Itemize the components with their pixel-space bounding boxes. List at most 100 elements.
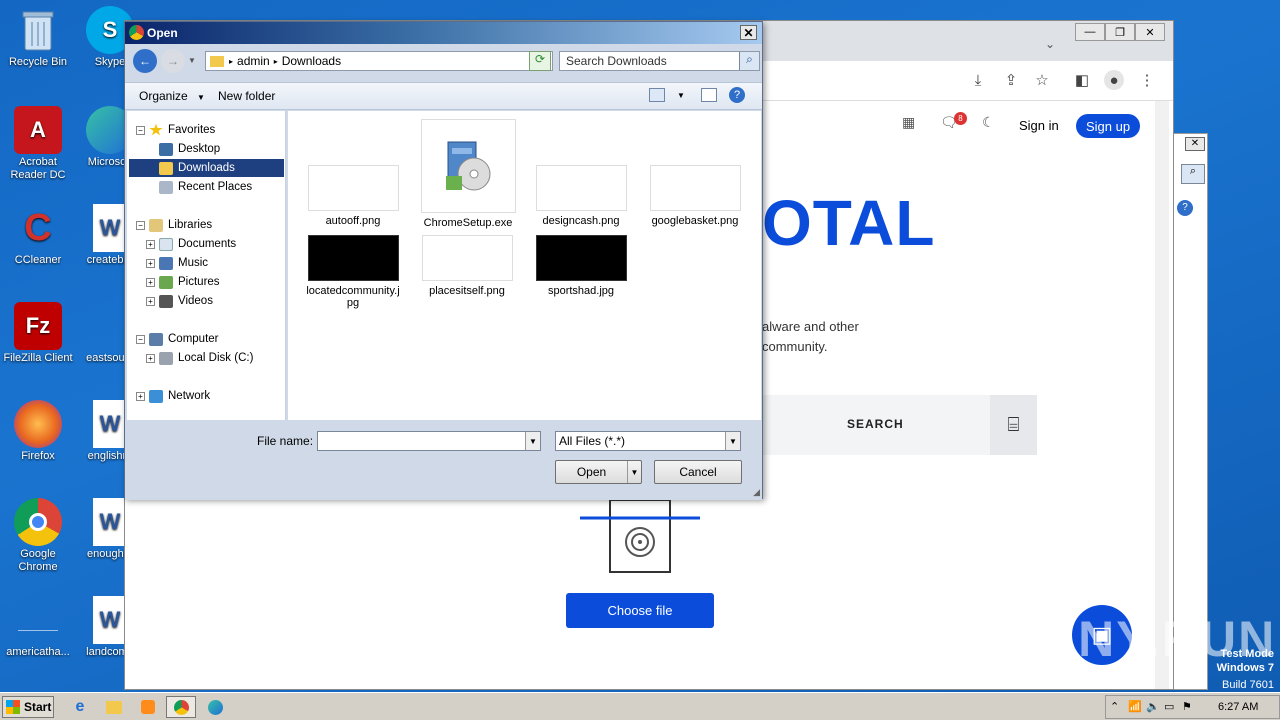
blank-file-icon <box>14 596 62 644</box>
tree-libraries[interactable]: Libraries <box>149 216 212 234</box>
pictures-expander[interactable]: + <box>146 278 155 287</box>
documents-icon <box>159 237 173 251</box>
breadcrumb-admin[interactable]: admin <box>237 54 270 68</box>
dialog-close-button[interactable]: ✕ <box>740 25 757 40</box>
choose-file-button[interactable]: Choose file <box>566 593 714 628</box>
network-expander[interactable]: + <box>136 392 145 401</box>
tree-videos[interactable]: Videos <box>159 292 213 310</box>
minimize-button[interactable]: — <box>1075 23 1105 41</box>
chrome-menu-icon[interactable]: ⋮ <box>1137 70 1157 90</box>
computer-expander[interactable]: − <box>136 335 145 344</box>
file-name-dropdown-icon[interactable]: ▼ <box>525 432 540 450</box>
file-item[interactable]: ChromeSetup.exe <box>413 119 523 229</box>
side-panel-icon[interactable]: ◧ <box>1072 70 1092 90</box>
taskbar-explorer-icon[interactable] <box>100 696 128 718</box>
open-split-dropdown-icon[interactable]: ▼ <box>627 461 641 483</box>
apps-grid-icon[interactable]: ▦ <box>902 114 915 140</box>
taskbar-ie-icon[interactable]: e <box>66 696 94 718</box>
search-tab[interactable]: SEARCH <box>847 417 904 431</box>
tree-downloads[interactable]: Downloads <box>129 159 284 177</box>
local-disk-expander[interactable]: + <box>146 354 155 363</box>
search-panel[interactable]: SEARCH ⌸ <box>762 395 1037 455</box>
image-thumbnail <box>307 235 399 281</box>
history-dropdown-icon[interactable]: ▼ <box>188 56 196 65</box>
tree-music[interactable]: Music <box>159 254 208 272</box>
notifications-icon[interactable]: 🗨 8 <box>940 112 967 140</box>
tree-computer[interactable]: Computer <box>149 330 219 348</box>
open-button[interactable]: Open ▼ <box>555 460 642 484</box>
acrobat-icon: A <box>14 106 62 154</box>
tree-local-disk[interactable]: Local Disk (C:) <box>159 349 253 367</box>
tree-network[interactable]: Network <box>149 387 210 405</box>
tray-expand-icon[interactable]: ⌃ <box>1110 700 1119 713</box>
test-mode-line1: Test Mode <box>1220 648 1274 660</box>
download-icon[interactable]: ⤓ <box>968 70 988 90</box>
view-dropdown-icon[interactable]: ▼ <box>677 91 685 100</box>
music-expander[interactable]: + <box>146 259 155 268</box>
close-button[interactable]: ✕ <box>1135 23 1165 41</box>
taskbar-edge-icon[interactable] <box>201 696 229 718</box>
profile-avatar-icon[interactable]: ● <box>1104 70 1124 90</box>
file-item[interactable]: placesitself.png <box>412 235 522 297</box>
file-item[interactable]: autooff.png <box>298 165 408 227</box>
file-item[interactable]: designcash.png <box>526 165 636 227</box>
tray-volume-icon[interactable]: 🔈 <box>1146 700 1160 713</box>
search-icon[interactable]: ⌕ <box>739 52 759 70</box>
background-window-help-icon[interactable]: ? <box>1177 200 1193 216</box>
desktop-icon-firefox[interactable]: Firefox <box>0 400 76 463</box>
videos-expander[interactable]: + <box>146 297 155 306</box>
address-bar[interactable]: ▸ admin ▸ Downloads ▼ <box>205 51 553 71</box>
desktop-icon-chrome[interactable]: Google Chrome <box>0 498 76 574</box>
documents-expander[interactable]: + <box>146 240 155 249</box>
tray-clock[interactable]: 6:27 AM <box>1218 701 1258 713</box>
search-downloads-input[interactable]: Search Downloads ⌕ <box>559 51 760 71</box>
libraries-expander[interactable]: − <box>136 221 145 230</box>
desktop-icon-ccleaner[interactable]: C CCleaner <box>0 204 76 267</box>
dark-mode-icon[interactable]: ☾ <box>982 114 995 140</box>
cancel-button[interactable]: Cancel <box>654 460 742 484</box>
tree-favorites[interactable]: Favorites <box>149 121 215 139</box>
tray-flag-icon[interactable]: ⚑ <box>1182 700 1192 713</box>
file-type-select[interactable]: All Files (*.*) ▼ <box>555 431 741 451</box>
desktop-icon-acrobat[interactable]: A Acrobat Reader DC <box>0 106 76 182</box>
new-folder-button[interactable]: New folder <box>218 89 275 103</box>
tree-desktop[interactable]: Desktop <box>159 140 220 158</box>
back-button[interactable]: ← <box>133 49 157 73</box>
background-window-search-icon[interactable]: ⌕ <box>1181 164 1205 184</box>
favorites-expander[interactable]: − <box>136 126 145 135</box>
resize-grip-icon[interactable]: ◢ <box>753 487 760 498</box>
breadcrumb-downloads[interactable]: Downloads <box>282 54 341 68</box>
view-options-icon[interactable] <box>649 88 665 102</box>
share-icon[interactable]: ⇪ <box>1001 70 1021 90</box>
tray-network-icon[interactable]: 📶 <box>1128 700 1142 713</box>
preview-pane-icon[interactable] <box>701 88 717 102</box>
file-type-dropdown-icon[interactable]: ▼ <box>725 432 740 450</box>
restore-button[interactable]: ❐ <box>1105 23 1135 41</box>
refresh-button[interactable]: ⟳ <box>529 51 551 71</box>
barcode-scan-icon[interactable]: ⌸ <box>990 395 1037 455</box>
help-icon[interactable]: ? <box>729 87 745 103</box>
file-item[interactable]: googlebasket.png <box>640 165 750 227</box>
tray-display-icon[interactable]: ▭ <box>1164 700 1174 713</box>
file-item[interactable]: locatedcommunity.jpg <box>298 235 408 309</box>
forward-button[interactable]: → <box>161 49 185 73</box>
file-name-input[interactable]: ▼ <box>317 431 541 451</box>
tree-recent-places[interactable]: Recent Places <box>159 178 252 196</box>
organize-menu[interactable]: Organize ▼ <box>139 89 205 103</box>
taskbar-media-player-icon[interactable] <box>134 696 162 718</box>
bookmark-star-icon[interactable]: ☆ <box>1032 70 1052 90</box>
signup-button[interactable]: Sign up <box>1076 114 1140 138</box>
network-icon <box>149 389 163 403</box>
signin-link[interactable]: Sign in <box>1019 118 1059 144</box>
page-scrollbar[interactable] <box>1155 101 1169 689</box>
tree-pictures[interactable]: Pictures <box>159 273 220 291</box>
taskbar-chrome-icon[interactable] <box>166 696 196 718</box>
desktop-icon-recycle-bin[interactable]: Recycle Bin <box>0 6 76 69</box>
tree-documents[interactable]: Documents <box>159 235 236 253</box>
start-button[interactable]: Start <box>2 696 54 718</box>
desktop-icon-americatha[interactable]: americatha... <box>0 596 76 659</box>
file-item[interactable]: sportshad.jpg <box>526 235 636 297</box>
desktop-icon-filezilla[interactable]: Fz FileZilla Client <box>0 302 76 365</box>
tab-list-chevron-icon[interactable]: ⌄ <box>1045 37 1055 51</box>
background-window-close-icon[interactable]: ✕ <box>1185 137 1205 151</box>
